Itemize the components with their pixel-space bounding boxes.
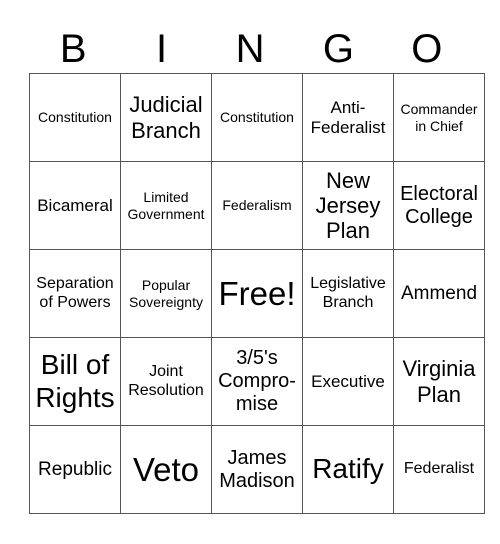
bingo-cell[interactable]: Veto — [120, 425, 212, 514]
bingo-card: Constitution Judicial Branch Constitutio… — [29, 73, 485, 514]
bingo-cell[interactable]: Judicial Branch — [120, 73, 212, 162]
bingo-cell[interactable]: Joint Resolution — [120, 337, 212, 426]
bingo-cell[interactable]: Legislative Branch — [302, 249, 394, 338]
header-letter-g: G — [322, 27, 354, 71]
bingo-cell[interactable]: Constitution — [29, 73, 121, 162]
bingo-cell[interactable]: Republic — [29, 425, 121, 514]
bingo-header: B I N G O — [29, 24, 471, 74]
bingo-cell[interactable]: Constitution — [211, 73, 303, 162]
bingo-cell[interactable]: Ratify — [302, 425, 394, 514]
bingo-cell[interactable]: Bicameral — [29, 161, 121, 250]
bingo-cell[interactable]: Virginia Plan — [393, 337, 485, 426]
bingo-cell[interactable]: James Madison — [211, 425, 303, 514]
bingo-cell[interactable]: Federalist — [393, 425, 485, 514]
bingo-cell[interactable]: Bill of Rights — [29, 337, 121, 426]
bingo-row: Republic Veto James Madison Ratify Feder… — [29, 425, 485, 514]
bingo-row: Bill of Rights Joint Resolution 3/5's Co… — [29, 337, 485, 426]
bingo-cell[interactable]: Ammend — [393, 249, 485, 338]
bingo-cell[interactable]: Limited Government — [120, 161, 212, 250]
bingo-row: Separation of Powers Popular Sovereignty… — [29, 249, 485, 338]
bingo-cell[interactable]: Commander in Chief — [393, 73, 485, 162]
bingo-cell[interactable]: Separation of Powers — [29, 249, 121, 338]
bingo-cell[interactable]: Electoral College — [393, 161, 485, 250]
bingo-row: Constitution Judicial Branch Constitutio… — [29, 73, 485, 162]
bingo-cell[interactable]: 3/5's Compro-mise — [211, 337, 303, 426]
header-letter-i: I — [156, 27, 168, 71]
bingo-cell[interactable]: Federalism — [211, 161, 303, 250]
bingo-cell[interactable]: Executive — [302, 337, 394, 426]
bingo-cell[interactable]: Anti-Federalist — [302, 73, 394, 162]
bingo-cell[interactable]: Popular Sovereignty — [120, 249, 212, 338]
header-letter-n: N — [235, 27, 265, 71]
free-space-cell[interactable]: Free! — [211, 249, 303, 338]
header-letter-b: B — [59, 27, 87, 71]
header-letter-o: O — [411, 27, 443, 71]
bingo-row: Bicameral Limited Government Federalism … — [29, 161, 485, 250]
bingo-cell[interactable]: New Jersey Plan — [302, 161, 394, 250]
